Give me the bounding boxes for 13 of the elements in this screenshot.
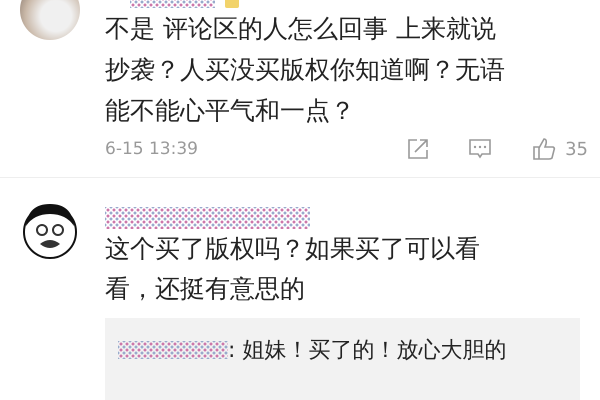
blurred-username[interactable]: [118, 341, 228, 359]
comment-text: 抄袭？人买没买版权你知道啊？无语: [105, 54, 506, 86]
thumbs-up-icon[interactable]: [532, 137, 556, 161]
comment-icon[interactable]: [468, 137, 492, 161]
comment-text: 不是 评论区的人怎么回事 上来就说: [105, 13, 497, 45]
comment-text: 看，还挺有意思的: [105, 273, 306, 305]
reply-text: : 姐妹！买了的！放心大胆的: [228, 337, 506, 365]
like-count: 35: [565, 138, 588, 160]
share-icon[interactable]: [406, 137, 430, 161]
blurred-username[interactable]: [105, 206, 310, 228]
comment-text: 这个买了版权吗？如果买了可以看: [105, 233, 481, 265]
comment-time: 6-15 13:39: [105, 139, 199, 159]
comment-text: 能不能心平气和一点？: [105, 95, 356, 127]
